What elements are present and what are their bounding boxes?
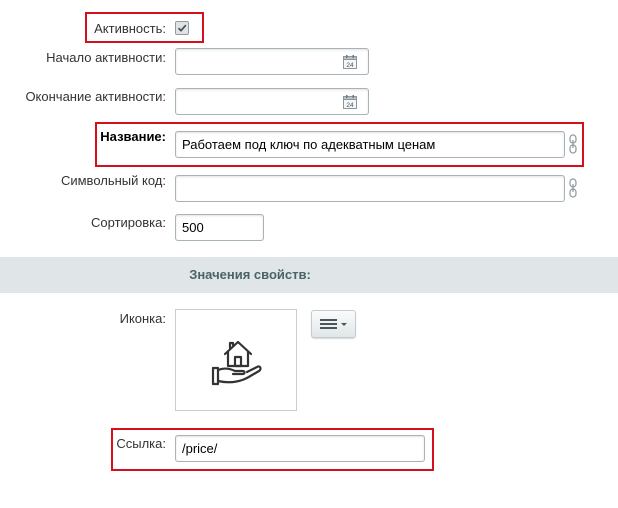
code-input[interactable] — [175, 175, 565, 202]
code-label: Символьный код: — [60, 173, 166, 188]
sort-label: Сортировка: — [91, 215, 166, 230]
calendar-day: 24 — [346, 102, 354, 109]
section-title: Значения свойств: — [189, 267, 311, 282]
active-to-label: Окончание активности: — [25, 89, 166, 104]
icon-menu-button[interactable] — [311, 310, 356, 338]
menu-icon — [320, 319, 347, 329]
link-label: Ссылка: — [116, 436, 166, 451]
calendar-day: 24 — [346, 62, 354, 69]
active-to-input[interactable] — [175, 88, 369, 115]
sort-input[interactable] — [175, 214, 264, 241]
active-label: Активность: — [94, 21, 166, 36]
link-chain-icon[interactable] — [568, 134, 578, 154]
properties-section-header: Значения свойств: — [0, 257, 618, 293]
link-input[interactable] — [175, 435, 425, 462]
active-from-label: Начало активности: — [46, 50, 166, 65]
name-label: Название: — [100, 129, 166, 144]
calendar-icon[interactable]: 24 — [343, 95, 357, 109]
checkmark-icon — [177, 24, 187, 32]
name-input[interactable] — [175, 131, 565, 158]
house-in-hand-icon — [211, 340, 262, 386]
chevron-down-icon — [341, 323, 347, 326]
icon-preview[interactable] — [175, 309, 297, 411]
active-checkbox[interactable] — [175, 21, 189, 35]
link-chain-icon[interactable] — [568, 178, 578, 198]
icon-label: Иконка: — [119, 311, 166, 326]
active-from-input[interactable] — [175, 48, 369, 75]
calendar-icon[interactable]: 24 — [343, 55, 357, 69]
